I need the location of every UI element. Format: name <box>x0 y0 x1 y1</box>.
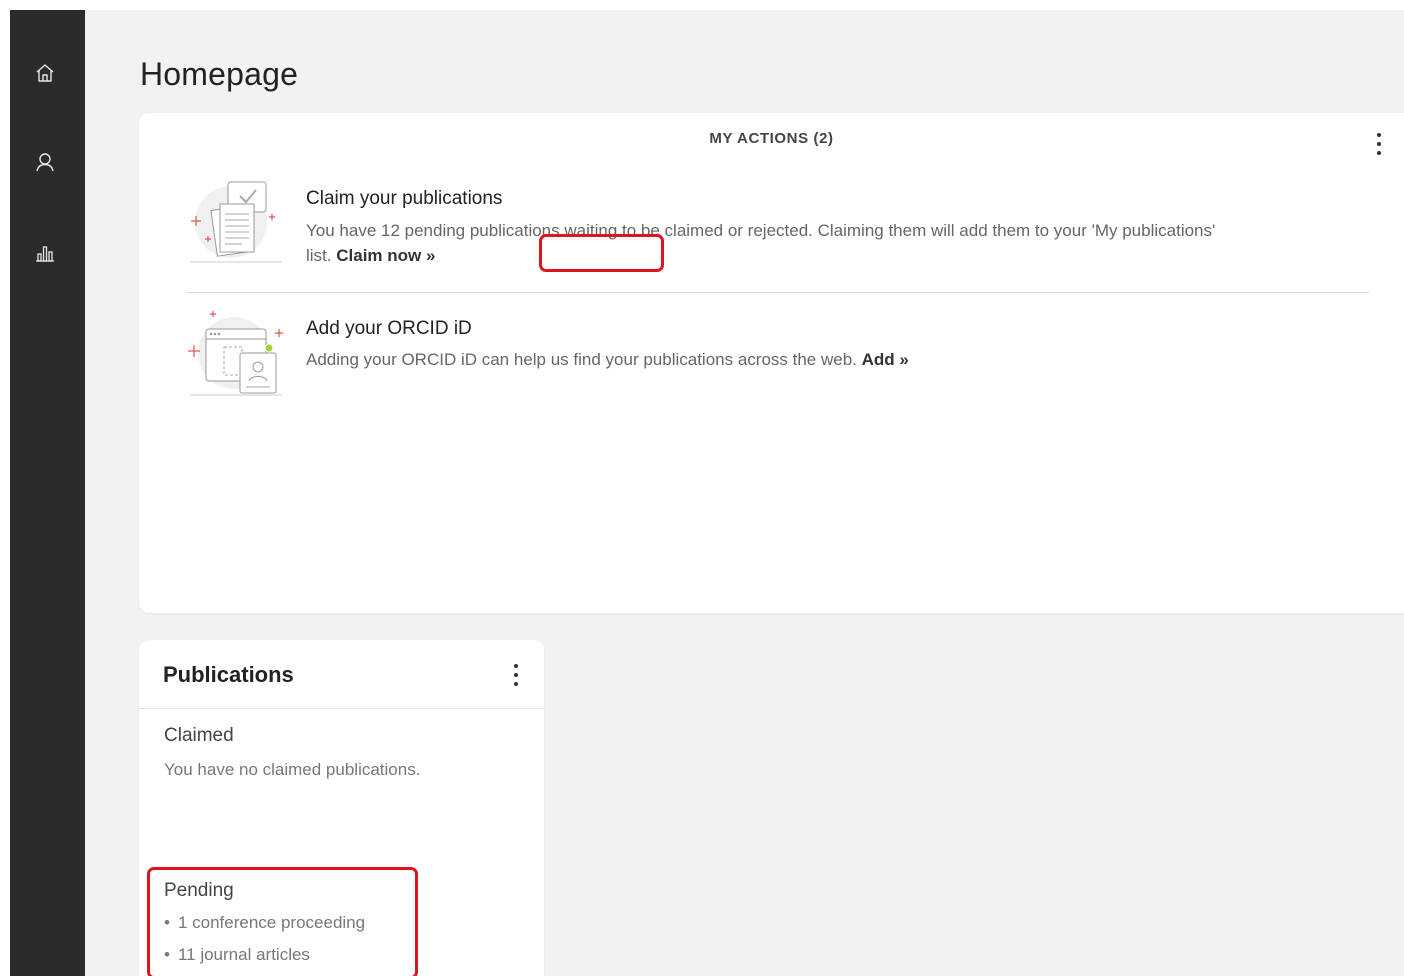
my-actions-card: MY ACTIONS (2) Claim your publications Y… <box>139 113 1404 613</box>
orcid-illustration <box>188 311 283 396</box>
claimed-text: You have no claimed publications. <box>164 760 421 779</box>
bar-chart-icon[interactable] <box>30 237 60 267</box>
action-description: You have 12 pending publications waiting… <box>306 218 1226 268</box>
action-claim-publications: Claim your publications You have 12 pend… <box>186 178 1369 288</box>
page-title: Homepage <box>140 56 299 92</box>
action-description-text: Adding your ORCID iD can help us find yo… <box>306 350 862 369</box>
action-add-orcid: Add your ORCID iD Adding your ORCID iD c… <box>186 309 1369 409</box>
sidebar-nav <box>10 10 85 976</box>
publications-title: Publications <box>163 662 294 687</box>
pending-list: 1 conference proceeding 11 journal artic… <box>164 907 365 971</box>
publications-card: Publications Claimed You have no claimed… <box>139 640 544 976</box>
pending-item-journal[interactable]: 11 journal articles <box>164 939 365 971</box>
action-title: Claim your publications <box>306 188 503 209</box>
claim-now-link[interactable]: Claim now » <box>336 246 435 265</box>
home-icon[interactable] <box>30 58 60 88</box>
my-actions-header: MY ACTIONS (2) <box>709 130 834 147</box>
pending-item-conference[interactable]: 1 conference proceeding <box>164 907 365 939</box>
action-description-text: You have 12 pending publications waiting… <box>306 221 1216 265</box>
publications-more-menu-icon[interactable] <box>510 662 522 688</box>
claimed-title: Claimed <box>164 725 234 746</box>
actions-divider <box>186 292 1369 293</box>
publications-header: Publications <box>139 640 544 709</box>
add-orcid-link[interactable]: Add » <box>862 350 909 369</box>
claim-publications-illustration <box>190 181 282 263</box>
actions-more-menu-icon[interactable] <box>1373 131 1385 157</box>
action-description: Adding your ORCID iD can help us find yo… <box>306 347 1226 372</box>
pending-title: Pending <box>164 880 234 901</box>
user-icon[interactable] <box>30 147 60 177</box>
action-title: Add your ORCID iD <box>306 318 472 339</box>
app-frame: Homepage MY ACTIONS (2) Claim your publi… <box>10 10 1404 976</box>
